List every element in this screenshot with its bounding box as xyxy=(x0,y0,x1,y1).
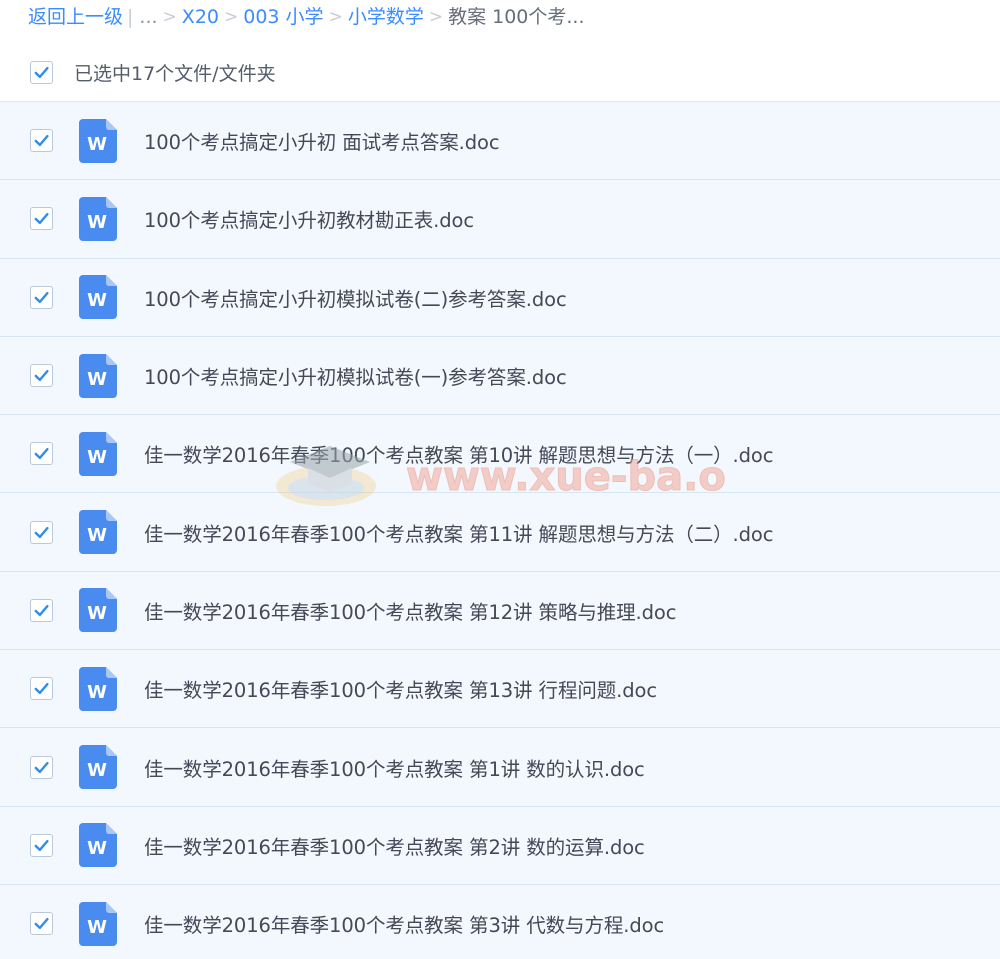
file-name[interactable]: 佳一数学2016年春季100个考点教案 第12讲 策略与推理.doc xyxy=(144,596,676,625)
svg-text:W: W xyxy=(87,290,107,311)
checkmark-icon xyxy=(34,839,49,851)
checkmark-icon xyxy=(34,135,49,147)
file-checkbox[interactable] xyxy=(30,364,53,388)
file-name[interactable]: 佳一数学2016年春季100个考点教案 第2讲 数的运算.doc xyxy=(144,831,645,860)
file-name[interactable]: 佳一数学2016年春季100个考点教案 第10讲 解题思想与方法（一）.doc xyxy=(144,439,773,468)
breadcrumb-item-x20[interactable]: X20 xyxy=(182,0,219,34)
file-row[interactable]: W 佳一数学2016年春季100个考点教案 第2讲 数的运算.doc xyxy=(0,806,1000,885)
svg-text:W: W xyxy=(87,212,107,233)
file-row[interactable]: W 100个考点搞定小升初模拟试卷(二)参考答案.doc xyxy=(0,258,1000,337)
file-checkbox[interactable] xyxy=(30,677,53,701)
file-checkbox[interactable] xyxy=(30,598,53,622)
file-browser: 返回上一级 | ... > X20 > 003 小学 > 小学数学 > 教案 1… xyxy=(0,0,1000,959)
file-checkbox[interactable] xyxy=(30,442,53,466)
word-doc-icon: W xyxy=(79,588,117,633)
svg-text:W: W xyxy=(87,369,107,390)
checkmark-icon xyxy=(34,918,49,930)
file-name[interactable]: 佳一数学2016年春季100个考点教案 第13讲 行程问题.doc xyxy=(144,674,657,703)
file-name[interactable]: 佳一数学2016年春季100个考点教案 第11讲 解题思想与方法（二）.doc xyxy=(144,518,773,547)
breadcrumb-item-primary-math[interactable]: 小学数学 xyxy=(348,0,424,34)
checkmark-icon xyxy=(34,291,49,303)
chevron-right-icon: > xyxy=(328,7,343,27)
checkmark-icon xyxy=(34,604,49,617)
word-doc-icon: W xyxy=(79,196,117,241)
file-row[interactable]: W 佳一数学2016年春季100个考点教案 第12讲 策略与推理.doc xyxy=(0,571,1000,651)
svg-text:W: W xyxy=(87,917,107,938)
word-doc-icon: W xyxy=(79,745,117,790)
breadcrumb-current: 教案 100个考... xyxy=(448,6,585,28)
file-row[interactable]: W 100个考点搞定小升初教材勘正表.doc xyxy=(0,180,1000,259)
file-row[interactable]: W 佳一数学2016年春季100个考点教案 第11讲 解题思想与方法（二）.do… xyxy=(0,493,1000,572)
svg-text:W: W xyxy=(87,603,107,624)
file-checkbox[interactable] xyxy=(30,129,53,153)
svg-text:W: W xyxy=(87,760,107,781)
breadcrumb-divider: | xyxy=(127,6,134,28)
checkmark-icon xyxy=(34,448,49,460)
checkmark-icon xyxy=(34,526,49,538)
file-name[interactable]: 100个考点搞定小升初模拟试卷(二)参考答案.doc xyxy=(144,283,567,312)
breadcrumb-item-primary-school[interactable]: 003 小学 xyxy=(243,0,323,34)
svg-text:W: W xyxy=(87,134,107,155)
breadcrumb: 返回上一级 | ... > X20 > 003 小学 > 小学数学 > 教案 1… xyxy=(28,0,585,34)
word-doc-icon: W xyxy=(79,353,117,398)
chevron-right-icon: > xyxy=(224,7,239,27)
checkmark-icon xyxy=(34,369,49,382)
back-link[interactable]: 返回上一级 xyxy=(28,0,123,34)
svg-text:W: W xyxy=(87,682,107,703)
chevron-right-icon: > xyxy=(162,7,177,27)
select-all-checkbox[interactable] xyxy=(30,61,53,84)
word-doc-icon: W xyxy=(79,901,117,946)
svg-text:W: W xyxy=(87,447,107,468)
selection-count-label: 已选中17个文件/文件夹 xyxy=(74,63,276,85)
word-doc-icon: W xyxy=(79,275,117,320)
file-checkbox[interactable] xyxy=(30,207,53,231)
file-name[interactable]: 100个考点搞定小升初 面试考点答案.doc xyxy=(144,126,500,155)
file-list: W 100个考点搞定小升初 面试考点答案.doc W 100个考点搞定小升初教材… xyxy=(0,102,1000,959)
word-doc-icon: W xyxy=(79,118,117,163)
breadcrumb-ellipsis[interactable]: ... xyxy=(139,0,157,34)
chevron-right-icon: > xyxy=(428,7,444,27)
word-doc-icon: W xyxy=(79,823,117,868)
file-name[interactable]: 佳一数学2016年春季100个考点教案 第1讲 数的认识.doc xyxy=(144,753,645,782)
file-row[interactable]: W 佳一数学2016年春季100个考点教案 第13讲 行程问题.doc xyxy=(0,650,1000,729)
file-checkbox[interactable] xyxy=(30,833,53,857)
file-checkbox[interactable] xyxy=(30,755,53,779)
select-all-bar: 已选中17个文件/文件夹 xyxy=(0,44,1000,102)
file-name[interactable]: 100个考点搞定小升初教材勘正表.doc xyxy=(144,204,474,233)
file-checkbox[interactable] xyxy=(30,912,53,936)
word-doc-icon: W xyxy=(79,666,117,711)
file-checkbox[interactable] xyxy=(30,285,53,309)
word-doc-icon: W xyxy=(79,431,117,476)
file-row[interactable]: W 佳一数学2016年春季100个考点教案 第3讲 代数与方程.doc xyxy=(0,884,1000,959)
checkmark-icon xyxy=(34,683,49,695)
word-doc-icon: W xyxy=(79,510,117,555)
checkmark-icon xyxy=(34,761,49,773)
file-checkbox[interactable] xyxy=(30,520,53,544)
file-row[interactable]: W 100个考点搞定小升初 面试考点答案.doc xyxy=(0,102,1000,181)
checkmark-icon xyxy=(34,213,49,225)
file-name[interactable]: 100个考点搞定小升初模拟试卷(一)参考答案.doc xyxy=(144,361,567,390)
file-name[interactable]: 佳一数学2016年春季100个考点教案 第3讲 代数与方程.doc xyxy=(144,909,664,938)
file-row[interactable]: W 佳一数学2016年春季100个考点教案 第10讲 解题思想与方法（一）.do… xyxy=(0,415,1000,494)
svg-text:W: W xyxy=(87,525,107,546)
checkmark-icon xyxy=(34,66,49,79)
svg-text:W: W xyxy=(87,838,107,859)
file-row[interactable]: W 佳一数学2016年春季100个考点教案 第1讲 数的认识.doc xyxy=(0,728,1000,807)
file-row[interactable]: W 100个考点搞定小升初模拟试卷(一)参考答案.doc xyxy=(0,336,1000,416)
